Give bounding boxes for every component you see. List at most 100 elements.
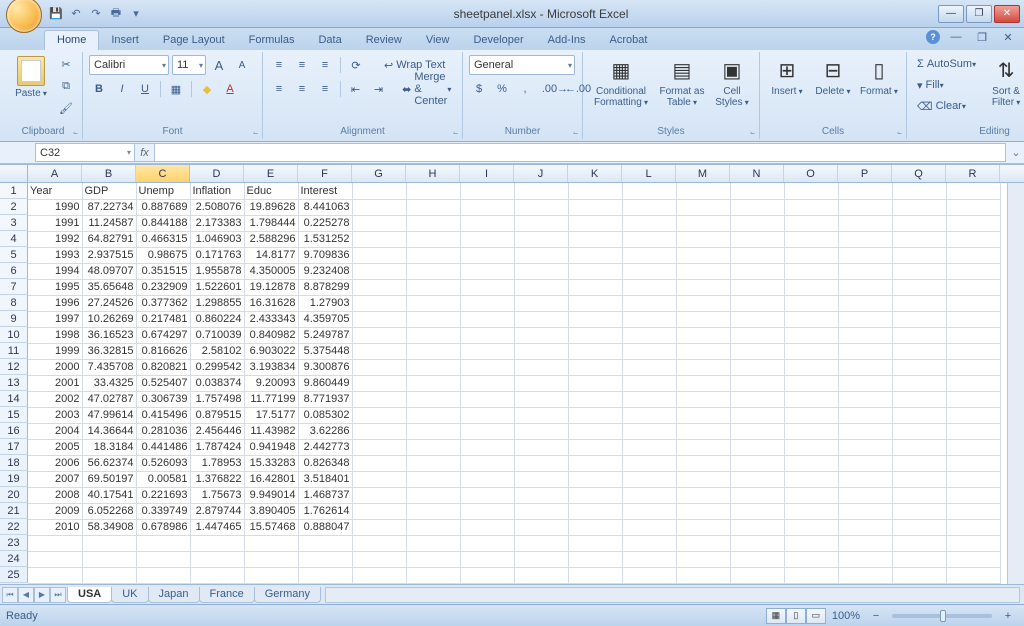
column-header-M[interactable]: M	[676, 165, 730, 182]
format-cells-button[interactable]: ▯ Format	[858, 54, 900, 126]
cell-N21[interactable]	[730, 503, 784, 519]
cell-N10[interactable]	[730, 327, 784, 343]
cell-A1[interactable]: Year	[28, 183, 82, 199]
cell-G9[interactable]	[352, 311, 406, 327]
cell-N19[interactable]	[730, 471, 784, 487]
cell-E19[interactable]: 16.42801	[244, 471, 298, 487]
fill-color-button[interactable]: ◆	[197, 79, 217, 99]
cell-R2[interactable]	[946, 199, 1000, 215]
cell-B8[interactable]: 27.24526	[82, 295, 136, 311]
cell-P23[interactable]	[838, 535, 892, 551]
cell-J18[interactable]	[514, 455, 568, 471]
cell-Q22[interactable]	[892, 519, 946, 535]
cell-O10[interactable]	[784, 327, 838, 343]
cell-L16[interactable]	[622, 423, 676, 439]
cell-R23[interactable]	[946, 535, 1000, 551]
cell-F7[interactable]: 8.878299	[298, 279, 352, 295]
cell-J17[interactable]	[514, 439, 568, 455]
cell-O3[interactable]	[784, 215, 838, 231]
cell-M24[interactable]	[676, 551, 730, 567]
cell-F18[interactable]: 0.826348	[298, 455, 352, 471]
cell-G6[interactable]	[352, 263, 406, 279]
cell-E8[interactable]: 16.31628	[244, 295, 298, 311]
cell-F23[interactable]	[298, 535, 352, 551]
cell-L1[interactable]	[622, 183, 676, 199]
cell-P9[interactable]	[838, 311, 892, 327]
cell-O6[interactable]	[784, 263, 838, 279]
cell-E23[interactable]	[244, 535, 298, 551]
cell-K10[interactable]	[568, 327, 622, 343]
cell-E21[interactable]: 3.890405	[244, 503, 298, 519]
cell-D7[interactable]: 1.522601	[190, 279, 244, 295]
cell-F10[interactable]: 5.249787	[298, 327, 352, 343]
cell-Q15[interactable]	[892, 407, 946, 423]
view-normal-button[interactable]: ▦	[766, 608, 786, 624]
cell-K17[interactable]	[568, 439, 622, 455]
cell-D15[interactable]: 0.879515	[190, 407, 244, 423]
cell-L4[interactable]	[622, 231, 676, 247]
cell-L15[interactable]	[622, 407, 676, 423]
align-top-button[interactable]: ≡	[269, 55, 289, 75]
cell-J2[interactable]	[514, 199, 568, 215]
row-header-12[interactable]: 12	[0, 359, 28, 375]
cell-I11[interactable]	[460, 343, 514, 359]
cell-R8[interactable]	[946, 295, 1000, 311]
cell-R7[interactable]	[946, 279, 1000, 295]
cell-J13[interactable]	[514, 375, 568, 391]
cell-A16[interactable]: 2004	[28, 423, 82, 439]
cell-M22[interactable]	[676, 519, 730, 535]
cell-P6[interactable]	[838, 263, 892, 279]
cell-I24[interactable]	[460, 551, 514, 567]
cell-K5[interactable]	[568, 247, 622, 263]
qat-customize-icon[interactable]: ▾	[128, 6, 144, 22]
cell-O9[interactable]	[784, 311, 838, 327]
format-painter-button[interactable]: 🖌	[56, 98, 76, 118]
cell-C20[interactable]: 0.221693	[136, 487, 190, 503]
cell-R22[interactable]	[946, 519, 1000, 535]
cell-I16[interactable]	[460, 423, 514, 439]
cell-E24[interactable]	[244, 551, 298, 567]
cell-A18[interactable]: 2006	[28, 455, 82, 471]
cell-H12[interactable]	[406, 359, 460, 375]
cell-styles-button[interactable]: ▣ Cell Styles	[711, 54, 753, 126]
cell-A2[interactable]: 1990	[28, 199, 82, 215]
column-header-N[interactable]: N	[730, 165, 784, 182]
cell-N14[interactable]	[730, 391, 784, 407]
cell-K4[interactable]	[568, 231, 622, 247]
cell-Q6[interactable]	[892, 263, 946, 279]
cell-H23[interactable]	[406, 535, 460, 551]
cell-G17[interactable]	[352, 439, 406, 455]
cell-P17[interactable]	[838, 439, 892, 455]
cell-D1[interactable]: Inflation	[190, 183, 244, 199]
cell-F5[interactable]: 9.709836	[298, 247, 352, 263]
cell-L18[interactable]	[622, 455, 676, 471]
formula-bar-expand-icon[interactable]: ⌄	[1008, 142, 1024, 163]
cell-R11[interactable]	[946, 343, 1000, 359]
cell-I10[interactable]	[460, 327, 514, 343]
cell-M23[interactable]	[676, 535, 730, 551]
cell-Q5[interactable]	[892, 247, 946, 263]
cell-N15[interactable]	[730, 407, 784, 423]
cell-M14[interactable]	[676, 391, 730, 407]
row-header-13[interactable]: 13	[0, 375, 28, 391]
cell-N12[interactable]	[730, 359, 784, 375]
cell-L24[interactable]	[622, 551, 676, 567]
cell-K3[interactable]	[568, 215, 622, 231]
cell-M18[interactable]	[676, 455, 730, 471]
cell-B23[interactable]	[82, 535, 136, 551]
cell-D11[interactable]: 2.58102	[190, 343, 244, 359]
cell-C8[interactable]: 0.377362	[136, 295, 190, 311]
cell-F9[interactable]: 4.359705	[298, 311, 352, 327]
sort-filter-button[interactable]: ⇅ Sort & Filter	[984, 54, 1024, 126]
tab-add-ins[interactable]: Add-Ins	[536, 31, 598, 50]
cell-I4[interactable]	[460, 231, 514, 247]
cell-B15[interactable]: 47.99614	[82, 407, 136, 423]
cell-O23[interactable]	[784, 535, 838, 551]
column-header-H[interactable]: H	[406, 165, 460, 182]
cell-L20[interactable]	[622, 487, 676, 503]
cell-D6[interactable]: 1.955878	[190, 263, 244, 279]
cell-I6[interactable]	[460, 263, 514, 279]
cell-O12[interactable]	[784, 359, 838, 375]
cell-L23[interactable]	[622, 535, 676, 551]
cell-P13[interactable]	[838, 375, 892, 391]
